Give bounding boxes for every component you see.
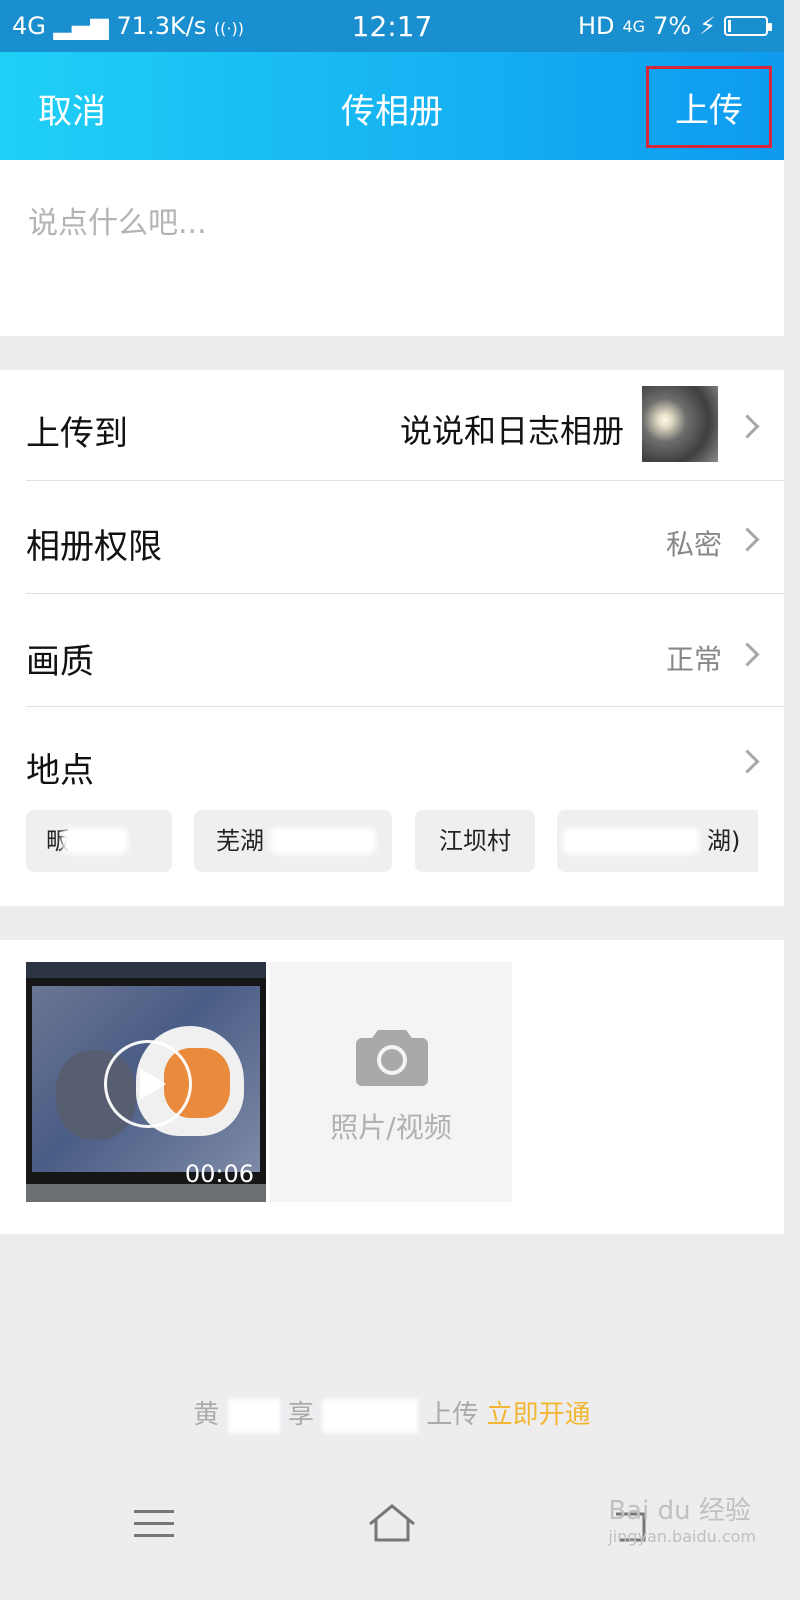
quality-value: 正常 [665,643,722,676]
battery-icon [724,16,772,36]
chevron-right-icon [735,527,760,552]
location-chip[interactable]: 江坝村 [415,810,535,872]
location-chip-label: 湖) [707,827,741,855]
cancel-button[interactable]: 取消 [38,84,106,133]
upload-to-label: 上传到 [26,414,128,454]
quality-row[interactable]: 画质 正常 [0,594,784,706]
camera-icon [356,1030,428,1086]
album-thumbnail [642,386,718,462]
location-row[interactable]: 地点 [0,707,784,797]
location-chips: 畈 芜湖 江坝村 湖) [26,810,758,872]
charging-icon: ⚡ [699,12,716,40]
chevron-right-icon [735,749,760,774]
redaction [322,1398,419,1433]
menu-icon[interactable] [124,1498,184,1550]
promo-link[interactable]: 立即开通 [487,1400,591,1430]
upload-button[interactable]: 上传 [646,66,772,148]
watermark-logo: Bai du 经验 jingyan.baidu.com [608,1490,756,1546]
permission-value: 私密 [665,528,722,561]
chevron-right-icon [735,414,760,439]
battery-percent: 7% [653,12,692,40]
status-right: HD 4G 7% ⚡ [577,12,772,40]
location-chip[interactable]: 湖) [557,810,758,872]
chevron-right-icon [735,642,760,667]
add-media-label: 照片/视频 [330,1111,452,1144]
status-bar: 4G ▂▄▆ 71.3K/s ((·)) 12:17 HD 4G 7% ⚡ [0,0,784,52]
video-duration: 00:06 [184,1160,254,1188]
promo-text-a: 黄 [193,1400,220,1430]
location-chip[interactable]: 芜湖 [194,810,392,872]
watermark-url: jingyan.baidu.com [608,1527,756,1546]
location-chip[interactable]: 畈 [26,810,172,872]
promo-text-c: 上传 [426,1400,479,1430]
location-chip-label: 江坝村 [439,827,511,855]
promo-bar: 黄 享 上传 立即开通 [0,1394,784,1433]
permission-label: 相册权限 [26,527,162,567]
promo-text-b: 享 [287,1400,314,1430]
permission-row[interactable]: 相册权限 私密 [0,481,784,593]
location-chip-label: 芜湖 [216,827,264,855]
redaction [62,828,128,854]
top-nav: 取消 传相册 上传 [0,52,784,160]
location-label: 地点 [26,751,94,791]
watermark-text: Bai du 经验 [608,1496,751,1526]
compose-area [0,160,784,336]
redaction [270,828,376,854]
caption-input[interactable] [26,196,760,310]
upload-to-value: 说说和日志相册 [399,412,624,450]
upload-to-row[interactable]: 上传到 说说和日志相册 [0,370,784,480]
settings-list: 上传到 说说和日志相册 相册权限 私密 画质 正常 地点 畈 芜湖 江坝村 湖) [0,370,784,906]
quality-label: 画质 [26,642,94,682]
home-icon[interactable] [362,1498,422,1550]
network-4g: 4G [622,16,646,36]
add-media-button[interactable]: 照片/视频 [270,962,512,1202]
media-section: 00:06 照片/视频 [0,940,784,1234]
redaction [227,1398,280,1433]
play-icon[interactable] [104,1040,192,1128]
video-thumbnail[interactable]: 00:06 [26,962,266,1202]
hd-label: HD [577,12,615,40]
redaction [563,828,699,854]
